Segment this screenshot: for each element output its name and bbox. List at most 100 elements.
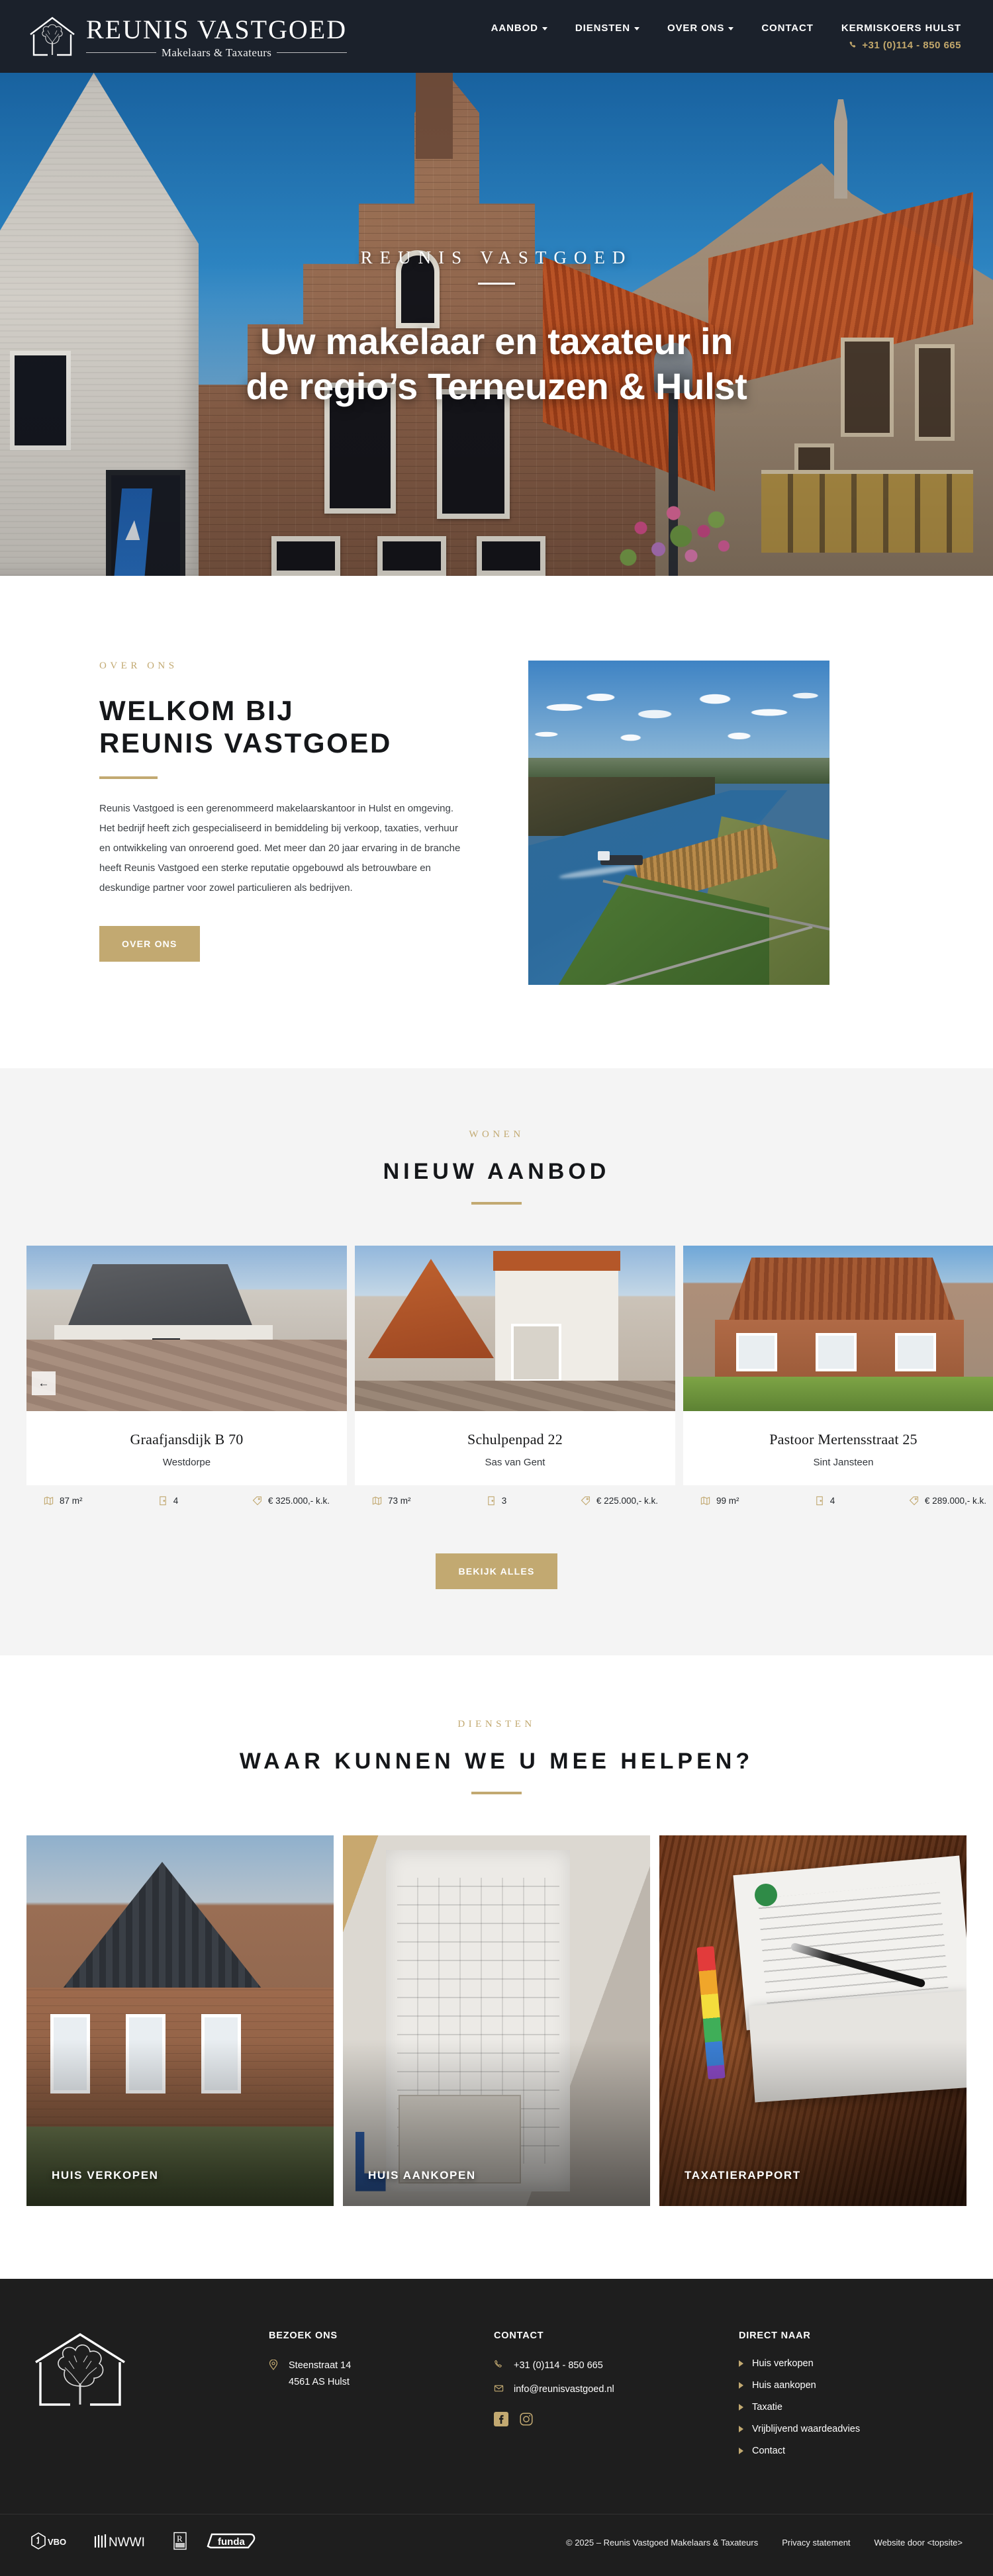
about-paragraph: Reunis Vastgoed is een gerenommeerd make… (99, 803, 461, 894)
header-phone-number: +31 (0)114 - 850 665 (862, 39, 961, 51)
phone-icon (494, 2360, 504, 2369)
about-section: OVER ONS WELKOM BIJ REUNIS VASTGOED Reun… (0, 576, 993, 1068)
service-label: HUIS VERKOPEN (52, 2169, 159, 2182)
listings-section: WONEN NIEUW AANBOD ← Graafjansdijk B 70 … (0, 1068, 993, 1655)
footer-privacy-link[interactable]: Privacy statement (782, 2538, 850, 2548)
hero-title-line-1: Uw makelaar en taxateur in (260, 320, 733, 362)
about-heading-line-1: WELKOM BIJ (99, 695, 295, 726)
listing-photo-ground (355, 1381, 675, 1411)
service-label: HUIS AANKOPEN (368, 2169, 476, 2182)
chevron-down-icon (542, 26, 547, 30)
hero-content: REUNIS VASTGOED Uw makelaar en taxateur … (0, 73, 993, 576)
footer-link-huis-aankopen[interactable]: Huis aankopen (739, 2380, 963, 2391)
chevron-right-icon (739, 2404, 743, 2411)
listings-eyebrow: WONEN (469, 1129, 524, 1140)
footer-phone-link[interactable]: +31 (0)114 - 850 665 (494, 2358, 712, 2373)
listing-photo-garage (511, 1324, 561, 1382)
page-root: REUNIS VASTGOED Makelaars & Taxateurs AA… (0, 0, 993, 2576)
nav-item-aanbod[interactable]: AANBOD (491, 23, 547, 34)
listing-area: 73 m² (372, 1496, 487, 1506)
services-section: DIENSTEN WAAR KUNNEN WE U MEE HELPEN? HU… (0, 1655, 993, 2279)
listing-price: € 225.000,- k.k. (561, 1496, 658, 1506)
services-eyebrow: DIENSTEN (457, 1719, 536, 1729)
listing-card[interactable]: Schulpenpad 22 Sas van Gent 73 m² 3 € 22… (355, 1246, 675, 1516)
tag-icon (581, 1496, 591, 1506)
listing-photo-wall (54, 1325, 273, 1386)
listing-price-value: € 289.000,- k.k. (924, 1496, 986, 1506)
facebook-icon[interactable] (494, 2411, 508, 2426)
nav-item-contact[interactable]: CONTACT (761, 23, 814, 34)
footer-logo[interactable] (30, 2330, 242, 2467)
house-tree-logo-icon (35, 2332, 125, 2406)
about-heading: WELKOM BIJ REUNIS VASTGOED (99, 694, 477, 759)
listing-meta: 87 m² 4 € 325.000,- k.k. (26, 1485, 347, 1516)
chevron-right-icon (739, 2360, 743, 2367)
footer-link-label: Contact (752, 2446, 785, 2456)
footer-bottom-bar: VBO NWWI R funda © 2025 – Reunis Vastgoe… (0, 2514, 993, 2576)
instagram-icon[interactable] (519, 2412, 534, 2426)
nav-label: OVER ONS (667, 22, 725, 34)
footer-email-address: info@reunisvastgoed.nl (514, 2384, 614, 2395)
door-icon (815, 1496, 824, 1506)
listing-price-value: € 225.000,- k.k. (596, 1496, 658, 1506)
service-photo-window (201, 2014, 241, 2093)
service-photo-garden (26, 2127, 334, 2206)
brand-title: REUNIS VASTGOED (86, 14, 348, 44)
services-grid: HUIS VERKOPEN HUIS AANKOPEN TAXATIERAPPO… (0, 1835, 993, 2206)
footer-email-link[interactable]: info@reunisvastgoed.nl (494, 2382, 712, 2397)
listing-card[interactable]: Graafjansdijk B 70 Westdorpe 87 m² 4 € 3… (26, 1246, 347, 1516)
site-footer: BEZOEK ONS Steenstraat 14 4561 AS Hulst … (0, 2279, 993, 2576)
brand-subtitle: Makelaars & Taxateurs (161, 46, 272, 59)
listing-area: 99 m² (700, 1496, 815, 1506)
listing-photo-window (816, 1333, 857, 1371)
footer-address-line-1: Steenstraat 14 (289, 2360, 352, 2371)
listing-rooms: 3 (487, 1496, 561, 1506)
footer-link-waardeadvies[interactable]: Vrijblijvend waardeadvies (739, 2424, 963, 2434)
nrvt-logo-icon[interactable]: R (172, 2532, 189, 2553)
listings-heading: NIEUW AANBOD (383, 1159, 610, 1184)
phone-icon (849, 41, 857, 50)
footer-address: Steenstraat 14 (269, 2358, 467, 2373)
vbo-logo-icon[interactable]: VBO (30, 2532, 77, 2553)
footer-credit-link[interactable]: Website door <topsite> (875, 2538, 963, 2548)
footer-link-huis-verkopen[interactable]: Huis verkopen (739, 2358, 963, 2369)
brand-logo[interactable]: REUNIS VASTGOED Makelaars & Taxateurs (28, 14, 348, 60)
hero-divider (478, 282, 515, 285)
view-all-button[interactable]: BEKIJK ALLES (436, 1553, 557, 1589)
service-photo-window (50, 2014, 90, 2093)
location-pin-icon (269, 2360, 279, 2370)
listing-card[interactable]: Pastoor Mertensstraat 25 Sint Jansteen 9… (683, 1246, 993, 1516)
listing-area-value: 99 m² (716, 1496, 739, 1506)
service-photo-green-mark (754, 1883, 777, 1906)
arrow-left-icon: ← (38, 1377, 50, 1389)
nav-item-diensten[interactable]: DIENSTEN (575, 23, 639, 34)
footer-phone-number: +31 (0)114 - 850 665 (514, 2360, 603, 2371)
footer-link-contact[interactable]: Contact (739, 2446, 963, 2456)
listing-area: 87 m² (44, 1496, 158, 1506)
listing-rooms: 4 (815, 1496, 889, 1506)
about-eyebrow: OVER ONS (99, 661, 178, 671)
funda-logo-icon[interactable]: funda (207, 2532, 258, 2553)
listing-photo-lawn (683, 1377, 993, 1411)
footer-legal-row: © 2025 – Reunis Vastgoed Makelaars & Tax… (566, 2538, 963, 2548)
listing-area-value: 87 m² (60, 1496, 83, 1506)
listing-title: Schulpenpad 22 (467, 1431, 563, 1448)
footer-contact-column: CONTACT +31 (0)114 - 850 665 info@reunis… (494, 2330, 712, 2467)
service-photo-chair (355, 2131, 386, 2191)
header-phone-link[interactable]: +31 (0)114 - 850 665 (849, 40, 961, 51)
nwwi-logo-icon[interactable]: NWWI (94, 2532, 155, 2553)
carousel-prev-button[interactable]: ← (32, 1371, 56, 1395)
listing-area-value: 73 m² (388, 1496, 411, 1506)
service-card-taxatierapport[interactable]: TAXATIERAPPORT (659, 1835, 967, 2206)
service-card-huis-aankopen[interactable]: HUIS AANKOPEN (343, 1835, 650, 2206)
nav-label: CONTACT (761, 22, 814, 34)
footer-visit-column: BEZOEK ONS Steenstraat 14 4561 AS Hulst (269, 2330, 467, 2467)
service-photo-document-2 (748, 1990, 967, 2103)
listing-city: Sas van Gent (485, 1457, 545, 1468)
service-card-huis-verkopen[interactable]: HUIS VERKOPEN (26, 1835, 334, 2206)
tag-icon (909, 1496, 919, 1506)
nav-item-over-ons[interactable]: OVER ONS (667, 22, 734, 34)
about-cta-button[interactable]: OVER ONS (99, 926, 200, 962)
nav-item-kermiskoers-hulst[interactable]: KERMISKOERS HULST (841, 23, 961, 34)
footer-link-taxatie[interactable]: Taxatie (739, 2402, 963, 2413)
